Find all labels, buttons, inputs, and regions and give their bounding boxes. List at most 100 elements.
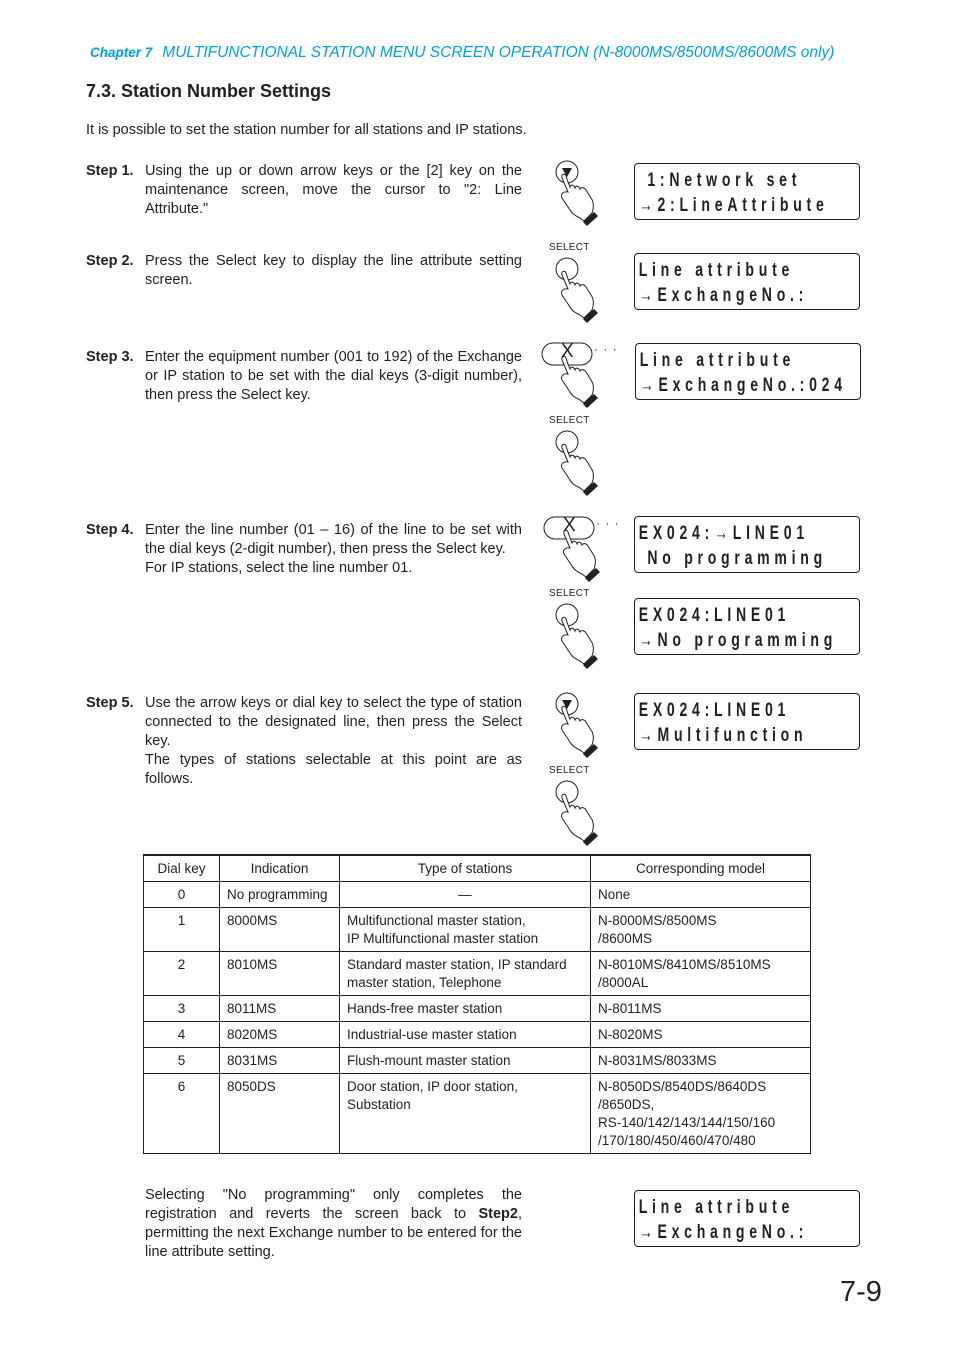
step-text: For IP stations, select the line number … — [145, 560, 413, 576]
lcd-line-1: EX024:→LINE01 — [638, 523, 809, 544]
cell-model: N-8020MS — [590, 1021, 811, 1048]
header-type-of-stations: Type of stations — [339, 854, 591, 882]
lcd-screen: Line attribute →ExchangeNo.: — [634, 1190, 860, 1247]
station-types-table: Dial key Indication Type of stations Cor… — [143, 854, 811, 1154]
cell-model-line: N-8050DS/8540DS/8640DS — [598, 1079, 767, 1094]
step-label: Step 2. — [86, 253, 134, 269]
step-text: Enter the line number (01 – 16) of the l… — [145, 522, 522, 557]
lcd-line-2: No programming — [638, 548, 827, 569]
cell-model-line: N-8000MS/8500MS — [598, 913, 717, 928]
chapter-title: MULTIFUNCTIONAL STATION MENU SCREEN OPER… — [162, 44, 835, 61]
lcd-line-2: →ExchangeNo.: — [638, 285, 809, 306]
step-text: Enter the equipment number (001 to 192) … — [145, 349, 522, 403]
down-arrow-key-icon — [555, 692, 599, 759]
step-text: Use the arrow keys or dial key to select… — [145, 695, 522, 749]
cell-model: None — [590, 881, 811, 908]
cell-type: Multifunctional master station, IP Multif… — [339, 907, 591, 952]
lcd-screen: EX024:→LINE01 No programming — [634, 516, 860, 573]
lcd-line-2: →ExchangeNo.: — [638, 1222, 809, 1243]
cell-type-line: master station, Telephone — [347, 975, 502, 990]
section-title: 7.3. Station Number Settings — [86, 81, 332, 101]
step-2: Step 2. Press the Select key to display … — [86, 252, 522, 290]
cell-model-line: /8600MS — [598, 931, 653, 946]
select-key-icon — [555, 780, 599, 847]
step-text: Press the Select key to display the line… — [145, 253, 522, 288]
intro-text: It is possible to set the station number… — [86, 122, 527, 138]
cell-indication: 8020MS — [219, 1021, 340, 1048]
cell-type-line: Multifunctional master station, — [347, 913, 526, 928]
cell-model-line: N-8010MS/8410MS/8510MS — [598, 957, 771, 972]
cell-model-line: None — [598, 887, 631, 902]
table-row: 3 8011MS Hands-free master station N-8011MS — [143, 995, 811, 1022]
cell-type-line: Flush-mount master station — [347, 1053, 511, 1068]
chapter-label: Chapter 7 — [90, 45, 153, 60]
lcd-line-2: →Multifunction — [638, 725, 808, 746]
step-3: Step 3. Enter the equipment number (001 … — [86, 348, 522, 405]
table-row: 4 8020MS Industrial-use master station N-80… — [143, 1021, 811, 1048]
select-key-label: SELECT — [549, 242, 590, 253]
cell-dial-key: 3 — [143, 995, 220, 1022]
header-corresponding-model: Corresponding model — [590, 854, 811, 882]
cell-model: N-8031MS/8033MS — [590, 1047, 811, 1074]
lcd-line-2: →ExchangeNo.:024 — [639, 375, 847, 396]
lcd-line-2: →No programming — [638, 630, 838, 651]
cell-indication: 8050DS — [219, 1073, 340, 1154]
cell-dial-key: 4 — [143, 1021, 220, 1048]
cell-dial-key: 6 — [143, 1073, 220, 1154]
cell-indication: 8000MS — [219, 907, 340, 952]
cell-type-line: IP Multifunctional master station — [347, 931, 539, 946]
cell-model: N-8000MS/8500MS/8600MS — [590, 907, 811, 952]
cell-type: Standard master station, IP standard mast… — [339, 951, 591, 996]
lcd-screen: EX024:LINE01 →Multifunction — [634, 693, 860, 750]
cell-dial-key: 1 — [143, 907, 220, 952]
cell-model: N-8011MS — [590, 995, 811, 1022]
lcd-screen: 1:Network set →2:LineAttribute — [634, 163, 860, 220]
step-5: Step 5. Use the arrow keys or dial key t… — [86, 694, 522, 789]
cell-type-line: — — [458, 887, 472, 902]
select-key-icon — [555, 430, 599, 497]
cell-model-line: /8000AL — [598, 975, 649, 990]
lcd-line-1: Line attribute — [639, 350, 796, 371]
cell-type-line: Hands-free master station — [347, 1001, 503, 1016]
cell-dial-key: 0 — [143, 881, 220, 908]
lcd-line-1: EX024:LINE01 — [638, 605, 791, 626]
cell-model-line: /170/180/450/460/470/480 — [598, 1133, 756, 1148]
cell-type: Door station, IP door station, Substation — [339, 1073, 591, 1154]
cell-indication: 8010MS — [219, 951, 340, 996]
cell-model-line: RS-140/142/143/144/150/160 — [598, 1115, 776, 1130]
step-label: Step 4. — [86, 522, 134, 538]
step-label: Step 5. — [86, 695, 134, 711]
header-dial-key: Dial key — [143, 854, 220, 882]
lcd-line-1: 1:Network set — [638, 170, 802, 191]
header-indication: Indication — [219, 854, 340, 882]
cell-dial-key: 5 — [143, 1047, 220, 1074]
table-row: 0 No programming — None — [143, 881, 811, 908]
note-step-ref: Step2 — [478, 1206, 518, 1222]
cell-type: Flush-mount master station — [339, 1047, 591, 1074]
cell-model-line: N-8031MS/8033MS — [598, 1053, 717, 1068]
cell-type-line: Industrial-use master station — [347, 1027, 517, 1042]
step-1: Step 1. Using the up or down arrow keys … — [86, 162, 522, 219]
lcd-line-1: EX024:LINE01 — [638, 700, 791, 721]
table-row: 2 8010MS Standard master station, IP stand… — [143, 951, 811, 996]
cell-type-line: Substation — [347, 1097, 411, 1112]
cell-model-line: N-8011MS — [598, 1001, 662, 1016]
dial-key-label: X — [563, 515, 576, 536]
step-4: Step 4. Enter the line number (01 – 16) … — [86, 521, 522, 578]
select-key-label: SELECT — [549, 765, 590, 776]
cell-type-line: Door station, IP door station, — [347, 1079, 518, 1094]
cell-model: N-8010MS/8410MS/8510MS/8000AL — [590, 951, 811, 996]
table-row: 6 8050DS Door station, IP door station, Sub… — [143, 1073, 811, 1154]
cell-type: Hands-free master station — [339, 995, 591, 1022]
note-text-before: Selecting "No programming" only complete… — [145, 1187, 522, 1222]
cell-type-line: Standard master station, IP standard — [347, 957, 567, 972]
dial-key-icon — [543, 516, 601, 583]
step-text: The types of stations selectable at this… — [145, 752, 522, 787]
step-label: Step 3. — [86, 349, 134, 365]
lcd-screen: Line attribute →ExchangeNo.:024 — [635, 343, 861, 400]
chapter-header: Chapter 7 MULTIFUNCTIONAL STATION MENU SC… — [90, 44, 834, 62]
lcd-line-2: →2:LineAttribute — [638, 195, 829, 216]
dots-separator: · · · — [594, 342, 618, 356]
table-row: 5 8031MS Flush-mount master station N-8031M… — [143, 1047, 811, 1074]
note-text: Selecting "No programming" only complete… — [145, 1186, 522, 1262]
